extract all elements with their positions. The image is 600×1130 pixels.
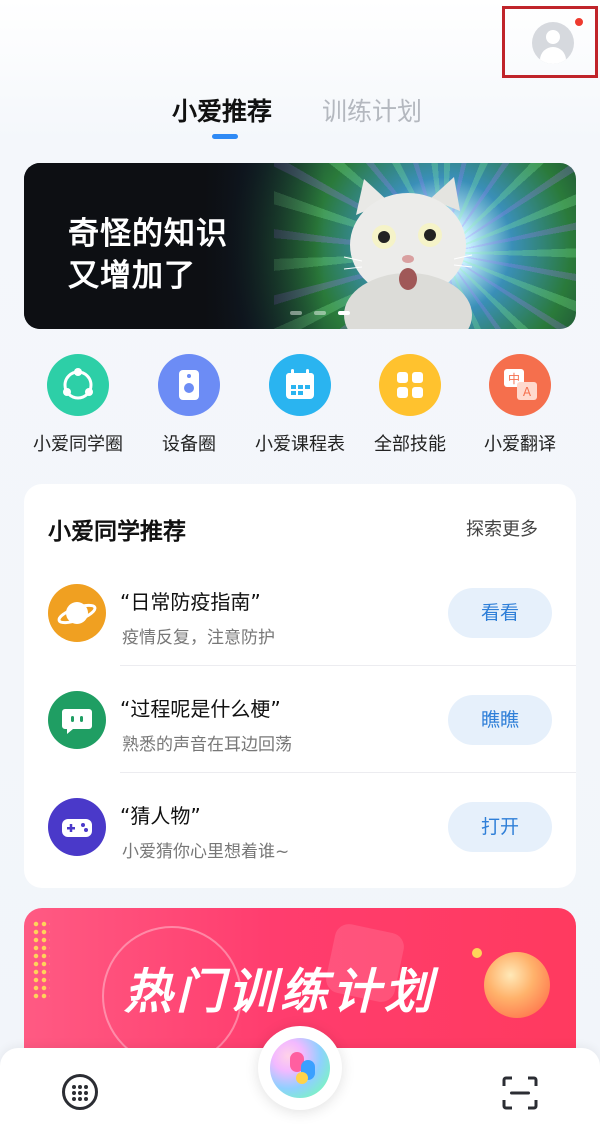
shortcut-device-circle[interactable]: 设备圈 (129, 354, 249, 456)
svg-text:A: A (523, 385, 532, 399)
share-circle-icon (47, 354, 109, 416)
xiaoai-voice-button[interactable] (258, 1026, 342, 1110)
planet-icon (48, 584, 106, 642)
shortcut-all-skills[interactable]: 全部技能 (350, 354, 470, 456)
hero-banner[interactable]: 奇怪的知识 又增加了 (24, 163, 576, 329)
shortcut-translate[interactable]: 中 A 小爱翻译 (460, 354, 580, 456)
active-tab-indicator (212, 134, 238, 139)
scan-icon[interactable] (502, 1076, 538, 1110)
calendar-icon (269, 354, 331, 416)
shortcut-xiaoai-circle[interactable]: 小爱同学圈 (18, 354, 138, 456)
profile-avatar-icon[interactable] (532, 22, 574, 64)
tab-training-plan[interactable]: 训练计划 (322, 92, 422, 128)
translate-icon: 中 A (489, 354, 551, 416)
recommend-item[interactable]: “猜人物” 小爱猜你心里想着谁~ 打开 (24, 774, 576, 880)
top-tabs: 小爱推荐 训练计划 (0, 92, 600, 142)
tab-xiaoai-recommend[interactable]: 小爱推荐 (172, 92, 272, 128)
recommend-title: 小爱同学推荐 (48, 519, 186, 545)
banner-headline: 奇怪的知识 又增加了 (68, 216, 228, 294)
recommend-item[interactable]: “日常防疫指南” 疫情反复，注意防护 看看 (24, 560, 576, 666)
peek-button[interactable]: 瞧瞧 (448, 695, 552, 745)
explore-more-link[interactable]: 探索更多 (466, 515, 538, 541)
gamepad-icon (48, 798, 106, 856)
notification-dot (573, 16, 585, 28)
promo-title: 热门训练计划 (124, 964, 437, 1020)
xiaoai-orb-icon (270, 1038, 330, 1098)
banner-pagination (290, 311, 370, 317)
surprised-cat-image (343, 177, 473, 329)
bottom-bar (0, 1026, 600, 1130)
profile-highlight (502, 6, 598, 78)
speaker-icon (158, 354, 220, 416)
recommend-card: 小爱同学推荐 探索更多 “日常防疫指南” 疫情反复，注意防护 看看 “过程呢是什… (24, 484, 576, 888)
recommend-item[interactable]: “过程呢是什么梗” 熟悉的声音在耳边回荡 瞧瞧 (24, 667, 576, 773)
view-button[interactable]: 看看 (448, 588, 552, 638)
lightbulb-icon (484, 952, 550, 1018)
chat-bubble-icon (48, 691, 106, 749)
shortcut-course-schedule[interactable]: 小爱课程表 (240, 354, 360, 456)
shortcut-row: 小爱同学圈 设备圈 小爱课程表 全部技能 中 A 小爱翻译 (0, 354, 600, 464)
keypad-icon[interactable] (62, 1074, 98, 1110)
open-button[interactable]: 打开 (448, 802, 552, 852)
grid-icon (379, 354, 441, 416)
